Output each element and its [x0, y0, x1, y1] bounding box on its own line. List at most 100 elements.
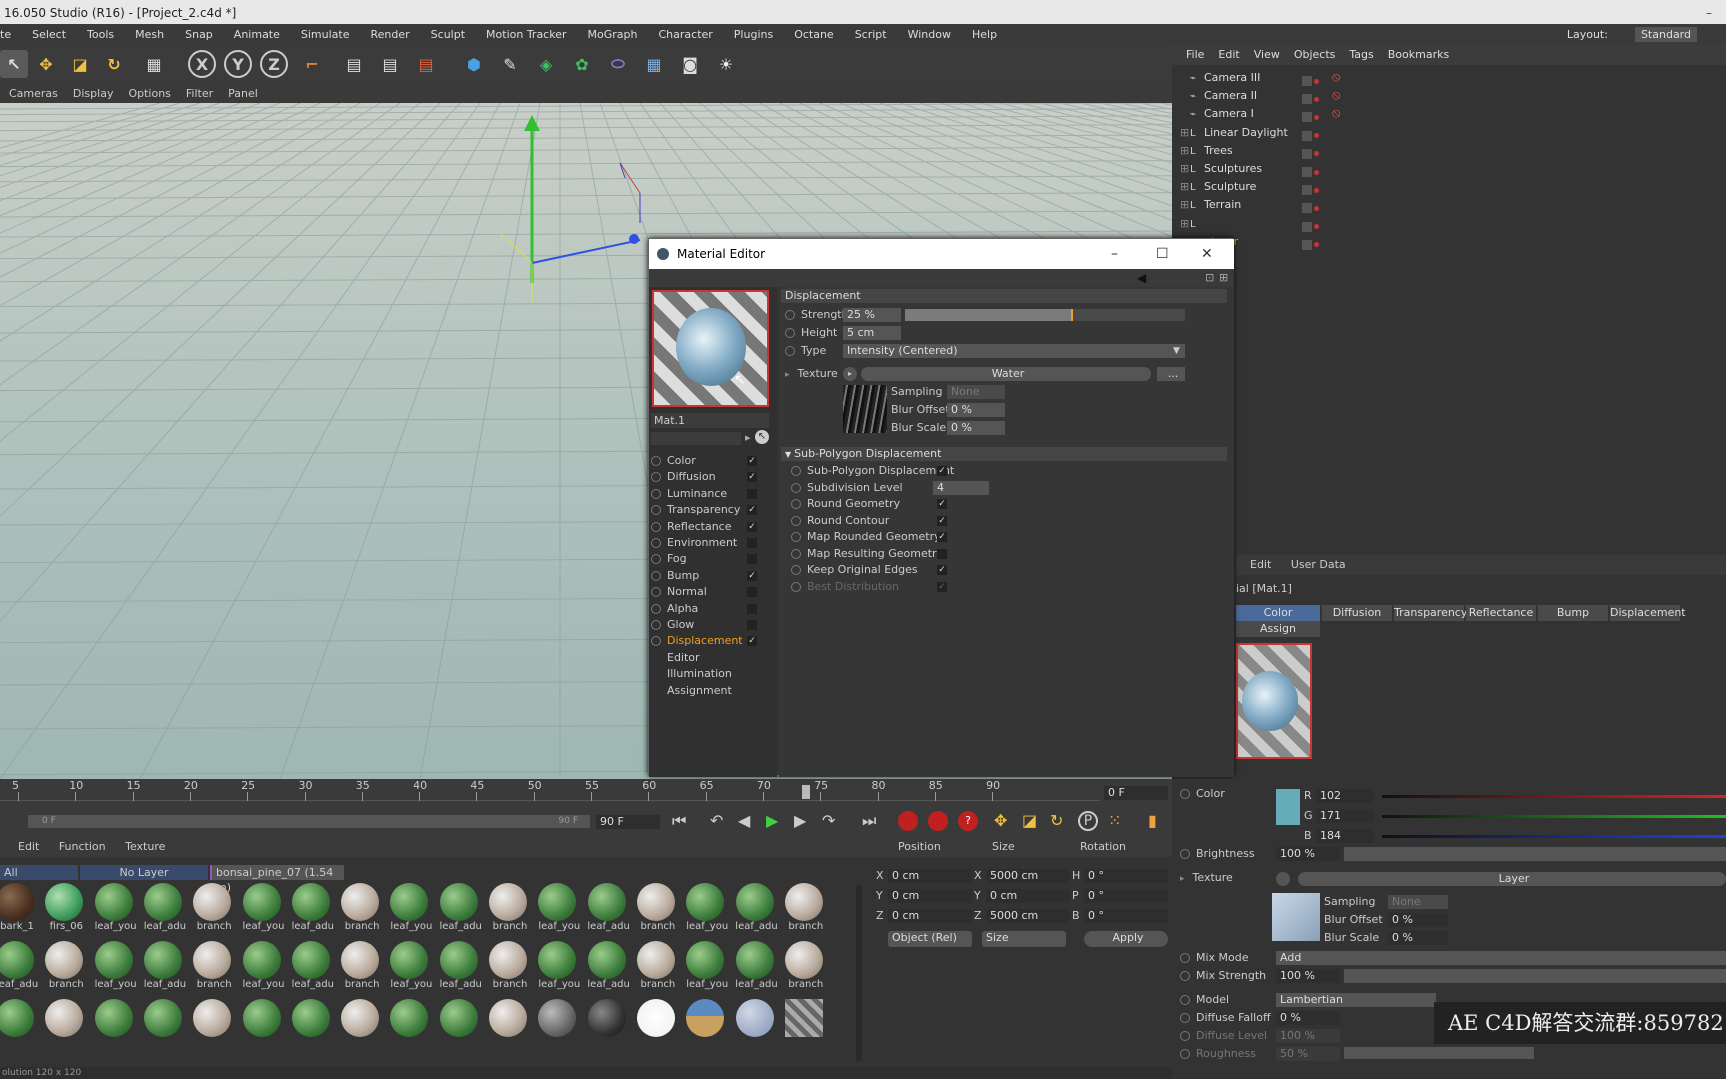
- subpoly-checkbox[interactable]: ✓: [937, 515, 947, 526]
- menu-character[interactable]: Character: [658, 24, 712, 45]
- minimize-window-button[interactable]: –: [1111, 239, 1118, 269]
- material-swatch[interactable]: branch: [783, 941, 825, 1001]
- material-swatch[interactable]: leaf_adu: [0, 941, 38, 1001]
- play-icon[interactable]: ▶: [766, 811, 778, 830]
- channel-checkbox[interactable]: [747, 587, 757, 598]
- spline-pen-icon[interactable]: ✎: [496, 50, 524, 78]
- channel-checkbox[interactable]: ✓: [747, 636, 757, 647]
- selected-object-tab[interactable]: bonsai_pine_07 (1.54 m): [210, 865, 344, 894]
- material-swatch[interactable]: leaf_adu: [142, 941, 186, 1001]
- object-name[interactable]: Sculptures: [1204, 162, 1262, 175]
- light-icon[interactable]: ☀: [712, 50, 740, 78]
- goto-start-icon[interactable]: ⏮: [672, 811, 686, 831]
- menu-script[interactable]: Script: [855, 24, 887, 45]
- material-swatch[interactable]: leaf_you: [536, 883, 580, 943]
- menu-tools[interactable]: Tools: [87, 24, 114, 45]
- material-swatch[interactable]: leaf_you: [388, 941, 432, 1001]
- pos-z-input[interactable]: 0 cm: [888, 909, 972, 923]
- channel-checkbox[interactable]: [747, 603, 757, 614]
- model-anim-icon[interactable]: [1180, 995, 1190, 1005]
- material-swatch[interactable]: bark_1: [0, 883, 36, 943]
- panel-illumination[interactable]: Illumination: [651, 666, 775, 682]
- material-swatch[interactable]: branch: [191, 941, 233, 1001]
- blur-scale-input[interactable]: 0 %: [947, 421, 1005, 435]
- material-swatch[interactable]: leaf_adu: [142, 883, 186, 943]
- apply-button[interactable]: Apply: [1084, 931, 1168, 947]
- key-pla-icon[interactable]: ⁙: [1108, 811, 1121, 830]
- obj-menu-view[interactable]: View: [1254, 48, 1280, 61]
- object-row[interactable]: ⊞L Linear Daylight: [1180, 124, 1720, 142]
- type-dropdown-arrow-icon[interactable]: ▼: [1173, 343, 1180, 359]
- channel-reflectance[interactable]: Reflectance ✓: [651, 519, 775, 535]
- model-dropdown[interactable]: Lambertian: [1276, 993, 1436, 1007]
- red-slider[interactable]: [1382, 795, 1726, 798]
- channel-checkbox[interactable]: [747, 620, 757, 630]
- camera-icon[interactable]: ◙: [676, 50, 704, 78]
- channel-fog[interactable]: Fog: [651, 551, 775, 567]
- height-anim-icon[interactable]: [785, 328, 795, 338]
- select-tool-icon[interactable]: ↖: [0, 50, 28, 78]
- brightness-anim-icon[interactable]: [1180, 849, 1190, 859]
- material-swatch[interactable]: [93, 999, 135, 1059]
- channel-environment[interactable]: Environment: [651, 535, 775, 551]
- attr-menu-edit[interactable]: Edit: [1250, 558, 1271, 571]
- material-swatch[interactable]: [438, 999, 480, 1059]
- material-swatch[interactable]: leaf_you: [241, 883, 284, 943]
- scale-tool-icon[interactable]: ◪: [66, 50, 94, 78]
- texture-expand-icon[interactable]: ▸: [1180, 874, 1185, 884]
- subpoly-anim-icon[interactable]: [791, 548, 801, 559]
- channel-anim-icon[interactable]: [651, 636, 661, 647]
- object-row[interactable]: ⊞L Sculptures: [1180, 160, 1720, 178]
- material-swatch[interactable]: leaf_adu: [734, 941, 778, 1001]
- object-name[interactable]: Trees: [1204, 144, 1233, 157]
- visibility-icon[interactable]: [1302, 148, 1312, 159]
- material-swatch[interactable]: leaf_you: [93, 941, 137, 1001]
- render-dot-icon[interactable]: [1314, 96, 1319, 102]
- strength-input[interactable]: 25 %: [843, 308, 901, 322]
- material-swatch[interactable]: leaf_you: [684, 941, 728, 1001]
- menu-sculpt[interactable]: Sculpt: [431, 24, 465, 45]
- render-dot-icon[interactable]: [1314, 133, 1319, 139]
- material-swatch[interactable]: leaf_you: [93, 883, 137, 943]
- channel-displacement[interactable]: Displacement ✓: [651, 633, 775, 649]
- tab-diffusion[interactable]: Diffusion: [1322, 605, 1392, 621]
- blur-offset-input[interactable]: 0 %: [947, 403, 1005, 417]
- timeline-window-icon[interactable]: ▮: [1148, 811, 1157, 830]
- expand-icon[interactable]: ⊞: [1180, 178, 1190, 196]
- layer-filter-tab[interactable]: No Layer: [80, 865, 208, 880]
- viewport-menu-filter[interactable]: Filter: [186, 87, 213, 100]
- visibility-icon[interactable]: [1302, 167, 1312, 177]
- material-swatch[interactable]: branch: [43, 941, 85, 1001]
- channel-checkbox[interactable]: ✓: [747, 505, 757, 516]
- material-swatch[interactable]: [783, 999, 825, 1059]
- material-swatch[interactable]: branch: [191, 883, 233, 943]
- channel-checkbox[interactable]: [747, 538, 757, 548]
- material-swatch[interactable]: branch: [339, 883, 381, 943]
- size-y-input[interactable]: 0 cm: [986, 889, 1070, 903]
- subpoly-checkbox[interactable]: [937, 548, 947, 559]
- object-row[interactable]: ⌁ Camera I ⦸: [1180, 105, 1720, 123]
- subdivision-level-input[interactable]: 4: [933, 480, 989, 495]
- viewport-menu-panel[interactable]: Panel: [228, 87, 258, 100]
- diffuse-falloff-input[interactable]: 0 %: [1276, 1011, 1340, 1025]
- pos-x-input[interactable]: 0 cm: [888, 869, 972, 883]
- object-row[interactable]: ⊞L Terrain: [1180, 196, 1720, 214]
- key-rotation-icon[interactable]: ↻: [1050, 811, 1063, 830]
- timeline-ruler[interactable]: 5 10 15 20 25 30 35 40 45 50 55 60 65 70 75 80 85 90: [0, 779, 1100, 801]
- rot-p-input[interactable]: 0 °: [1084, 889, 1168, 903]
- brightness-input[interactable]: 100 %: [1276, 847, 1340, 861]
- mix-strength-slider[interactable]: [1344, 969, 1726, 983]
- channel-anim-icon[interactable]: [651, 620, 661, 630]
- type-anim-icon[interactable]: [785, 346, 795, 356]
- material-swatch[interactable]: [734, 999, 776, 1059]
- sub-polygon-header[interactable]: ▼ Sub-Polygon Displacement: [781, 447, 1227, 461]
- channel-anim-icon[interactable]: [651, 472, 661, 483]
- material-swatch[interactable]: [684, 999, 726, 1059]
- expand-icon[interactable]: ⊞: [1180, 160, 1190, 178]
- tab-transparency[interactable]: Transparency: [1394, 605, 1467, 621]
- subpoly-anim-icon[interactable]: [791, 499, 801, 509]
- material-swatch[interactable]: leaf_you: [536, 941, 580, 1001]
- visibility-icon[interactable]: [1302, 239, 1312, 250]
- next-frame-icon[interactable]: ▶: [794, 811, 806, 830]
- obj-menu-edit[interactable]: Edit: [1218, 48, 1239, 61]
